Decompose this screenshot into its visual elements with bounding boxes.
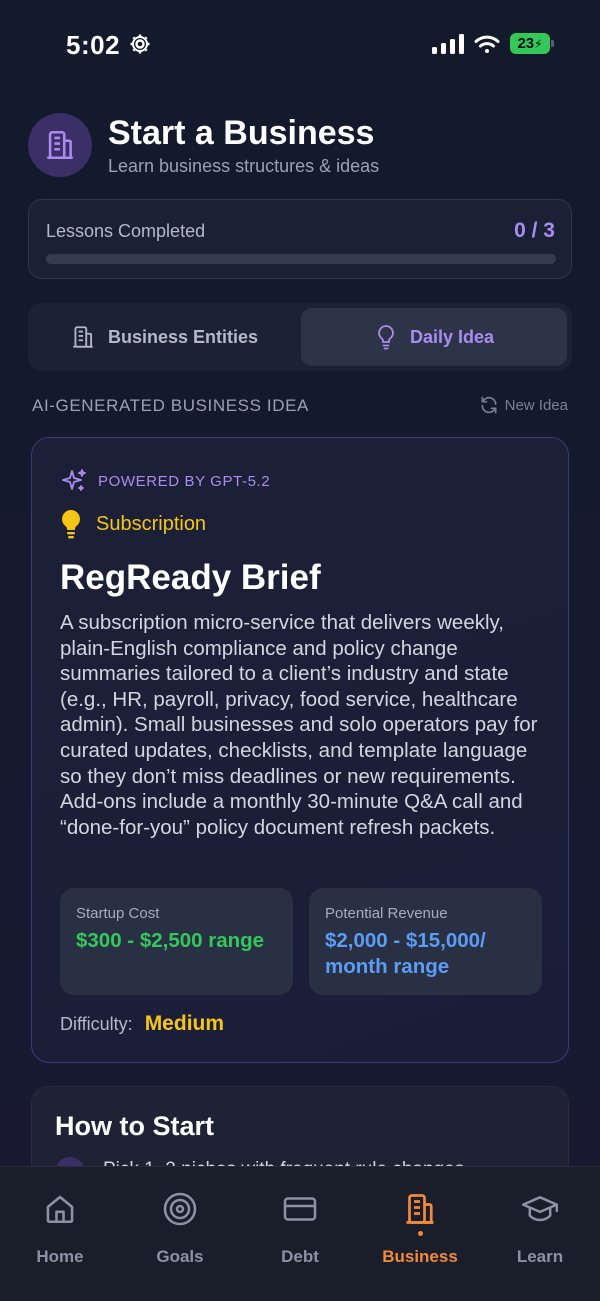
status-time: 5:02 (66, 30, 121, 60)
cellular-signal-icon (432, 33, 464, 54)
nav-label: Business (382, 1247, 458, 1266)
lightbulb-icon (378, 325, 394, 350)
bottom-navigation: Home Goals Debt Business Learn (0, 1166, 600, 1301)
idea-description: A subscription micro-service that delive… (60, 611, 538, 839)
potential-revenue-box: Potential Revenue $2,000 - $15,000/ mont… (309, 888, 542, 995)
nav-label: Goals (156, 1247, 204, 1266)
progress-bar (46, 254, 556, 264)
startup-cost-label: Startup Cost (76, 905, 160, 922)
tab-bar: Business Entities Daily Idea (28, 303, 572, 371)
startup-cost-value: $300 - $2,500 range (76, 929, 265, 952)
difficulty-label: Difficulty: (60, 1014, 133, 1034)
target-icon (163, 1192, 197, 1226)
page-title: Start a Business (108, 114, 375, 152)
lightbulb-icon (62, 510, 80, 539)
nav-item-home[interactable]: Home (0, 1189, 120, 1267)
new-idea-button[interactable]: New Idea (479, 395, 568, 415)
building-icon (73, 326, 93, 348)
credit-card-icon (283, 1197, 317, 1221)
tab-label: Daily Idea (409, 326, 495, 347)
section-label: AI-GENERATED BUSINESS IDEA (32, 396, 309, 415)
nav-item-goals[interactable]: Goals (120, 1189, 240, 1267)
building-icon (47, 130, 73, 160)
nav-label: Debt (281, 1247, 319, 1266)
idea-title: RegReady Brief (60, 558, 321, 597)
battery-level: 23 (517, 35, 535, 52)
tab-daily-idea[interactable]: Daily Idea (301, 308, 567, 366)
wifi-icon (474, 35, 500, 53)
lessons-progress-card: Lessons Completed 0 / 3 (28, 199, 572, 279)
nav-item-business[interactable]: Business (360, 1189, 480, 1267)
idea-category: Subscription (60, 509, 206, 539)
graduation-cap-icon (521, 1196, 559, 1222)
nav-label: Learn (516, 1247, 564, 1266)
page-subtitle: Learn business structures & ideas (108, 156, 380, 176)
difficulty-row: Difficulty: Medium (60, 1012, 224, 1036)
business-header-icon (28, 113, 92, 177)
potential-revenue-value: $2,000 - $15,000/ month range (325, 929, 486, 978)
progress-label: Lessons Completed (46, 221, 206, 241)
new-idea-label: New Idea (504, 396, 568, 414)
powered-by-text: POWERED BY GPT-5.2 (98, 472, 271, 490)
home-icon (46, 1195, 74, 1224)
category-label: Subscription (96, 512, 207, 535)
how-to-start-title: How to Start (55, 1111, 214, 1141)
sparkles-icon (62, 469, 86, 491)
tab-business-entities[interactable]: Business Entities (33, 308, 295, 366)
active-indicator-dot (417, 1231, 423, 1236)
difficulty-value: Medium (144, 1012, 225, 1035)
nav-item-debt[interactable]: Debt (240, 1189, 360, 1267)
battery-indicator: 23 ⚡ (510, 33, 554, 54)
powered-by-badge: POWERED BY GPT-5.2 (60, 467, 270, 495)
building-icon (406, 1194, 434, 1224)
business-idea-card: POWERED BY GPT-5.2 Subscription RegReady… (31, 437, 569, 1063)
nav-label: Home (36, 1247, 84, 1266)
startup-cost-box: Startup Cost $300 - $2,500 range (60, 888, 293, 995)
nav-item-learn[interactable]: Learn (480, 1189, 600, 1267)
tab-label: Business Entities (107, 326, 259, 347)
refresh-icon (481, 396, 497, 414)
settings-gear-icon (130, 34, 150, 54)
potential-revenue-label: Potential Revenue (325, 905, 448, 922)
charging-bolt-icon: ⚡ (534, 36, 543, 51)
progress-count: 0 / 3 (514, 219, 555, 242)
status-bar: 5:02 23 ⚡ (0, 0, 600, 90)
